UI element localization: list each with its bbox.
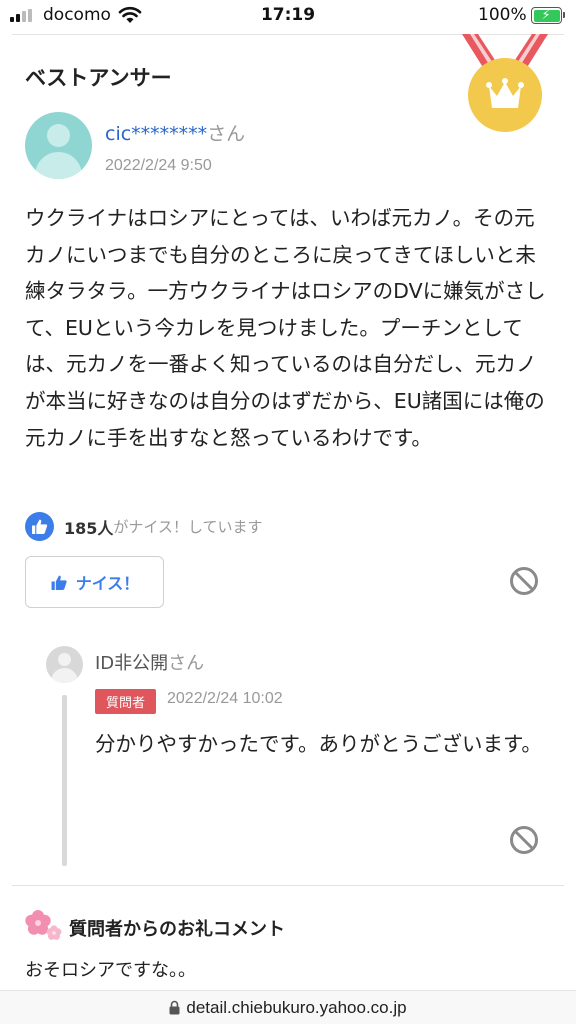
answerer-honorific: さん: [207, 123, 246, 145]
thanks-comment-body: おそロシアですな。。: [25, 960, 196, 981]
url-bar[interactable]: detail.chiebukuro.yahoo.co.jp: [0, 990, 576, 1024]
best-answer-heading: ベストアンサー: [25, 66, 172, 90]
nice-button[interactable]: ナイス！: [25, 556, 164, 608]
answer-body: ウクライナはロシアにとっては、いわば元カノ。その元カノにいつまでも自分のところに…: [25, 206, 546, 450]
thanks-comment-title: 質問者からのお礼コメント: [69, 919, 285, 940]
answerer-name-text[interactable]: cic********: [105, 123, 207, 145]
like-summary: 185人 がナイス！しています: [25, 511, 263, 542]
questioner-badge: 質問者: [95, 689, 156, 714]
section-divider: [12, 885, 564, 886]
like-count: 185人: [64, 518, 114, 538]
battery-charging-icon: ⚡: [531, 7, 565, 24]
reply-user-name-text: ID非公開: [95, 653, 169, 674]
answerer-avatar[interactable]: [25, 112, 92, 179]
like-suffix: がナイス！しています: [113, 518, 263, 536]
thumbs-up-icon: [51, 575, 67, 590]
thumbs-up-icon: [25, 512, 54, 541]
reply-honorific: さん: [168, 653, 205, 674]
report-icon[interactable]: [509, 825, 539, 855]
gold-crown-medal-icon: [462, 34, 548, 132]
status-bar: docomo 17:19 100% ⚡: [0, 0, 576, 32]
nice-button-label[interactable]: ナイス！: [76, 570, 140, 594]
battery-percent: 100%: [478, 5, 527, 25]
lock-icon: [169, 1000, 180, 1015]
answerer-name[interactable]: cic********さん: [105, 119, 245, 146]
reply-body: 分かりやすかったです。ありがとうございます。: [95, 732, 542, 756]
answer-date: 2022/2/24 9:50: [105, 157, 212, 174]
url-text[interactable]: detail.chiebukuro.yahoo.co.jp: [186, 998, 406, 1018]
report-icon[interactable]: [509, 566, 539, 596]
reply-date: 2022/2/24 10:02: [167, 690, 283, 707]
cherry-blossom-icon: [25, 910, 62, 940]
reply-thread-line: [62, 695, 67, 866]
reply-user-name: ID非公開さん: [95, 649, 204, 675]
reply-avatar[interactable]: [46, 646, 83, 683]
